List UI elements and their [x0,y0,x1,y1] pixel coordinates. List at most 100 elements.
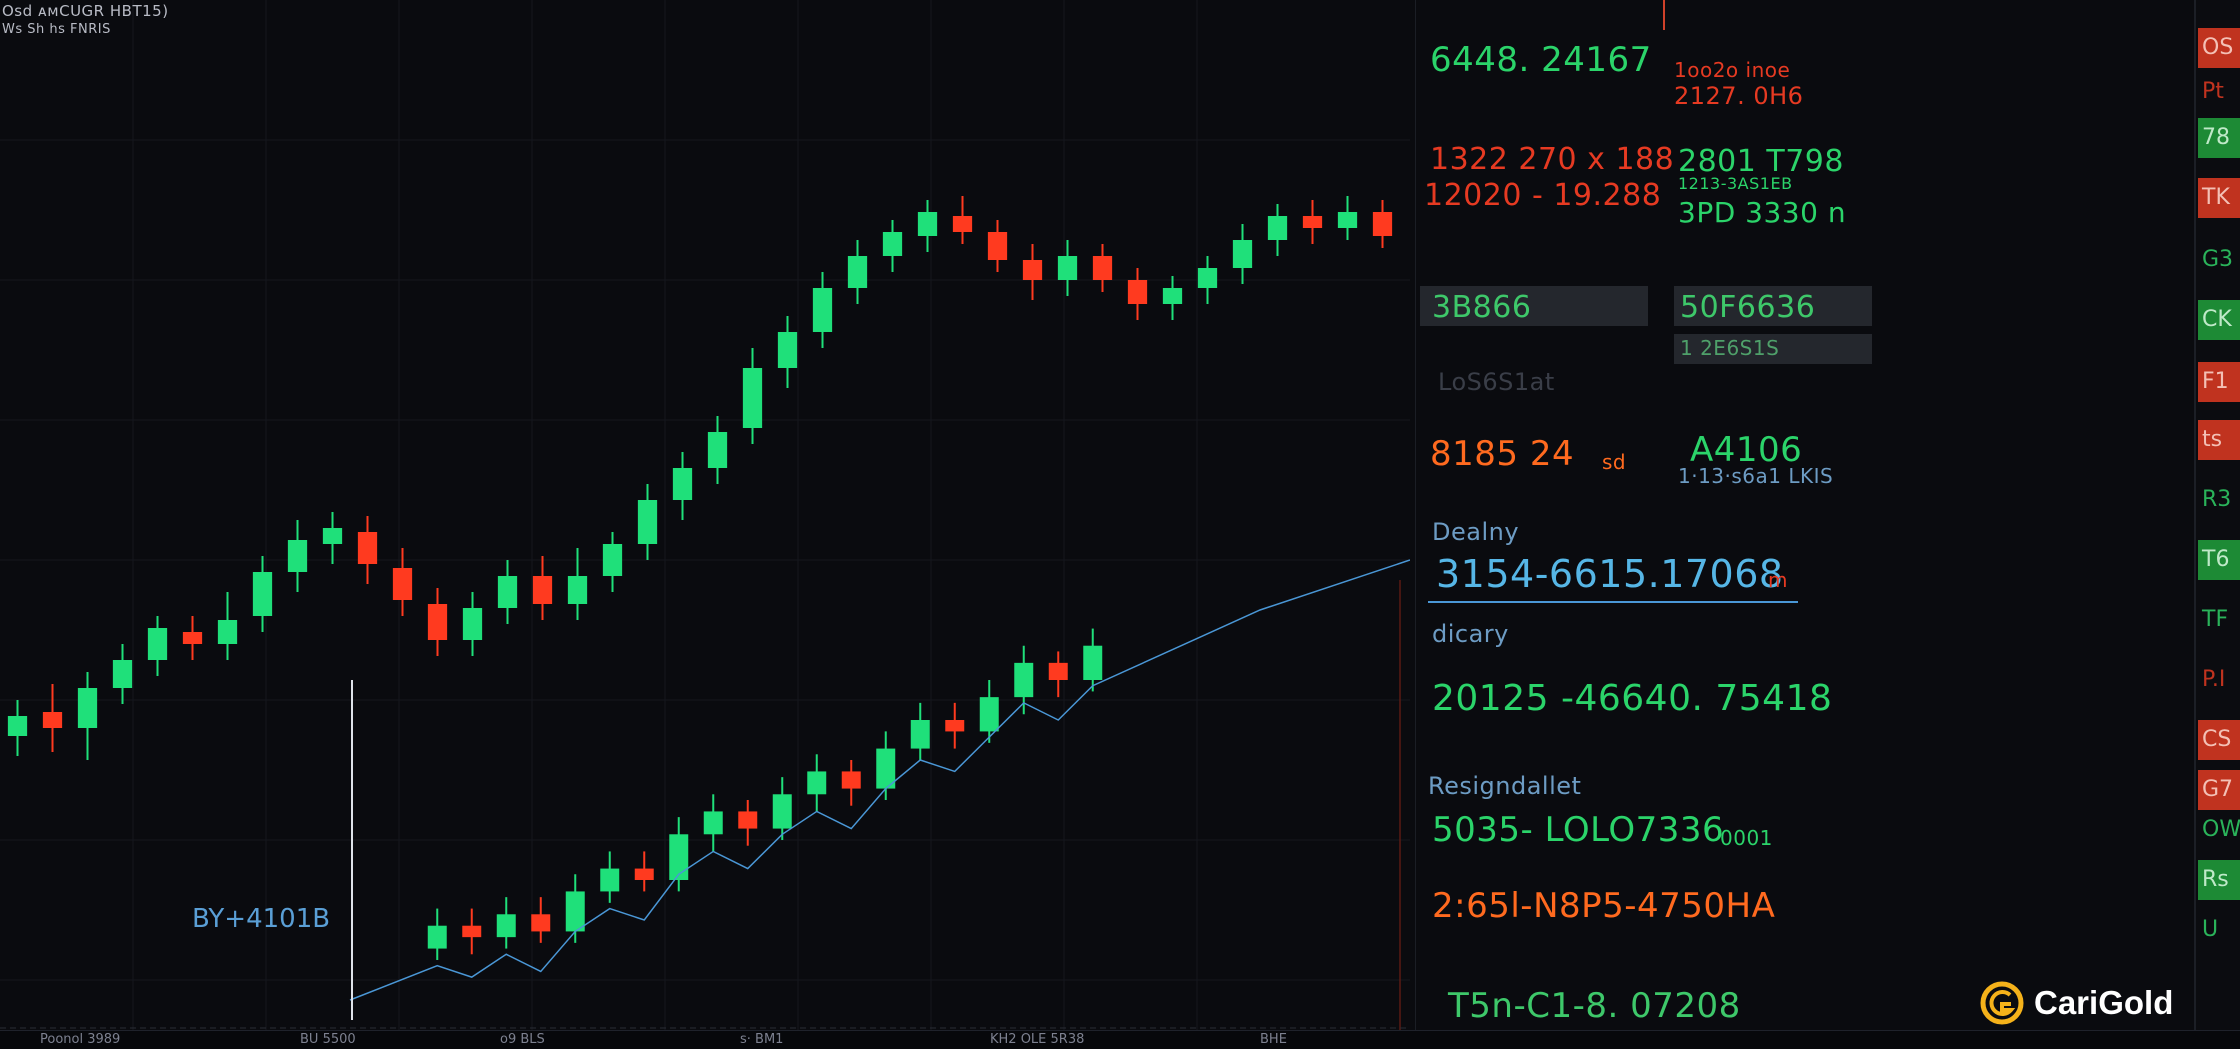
candle-body [777,332,798,368]
ticker-label: LoS6S1at [1438,368,1555,396]
candle-body [602,544,623,576]
candle-body [77,688,98,728]
price-scale-tag: OS [2198,28,2240,68]
candle-body [742,368,763,428]
candle-body [217,620,238,644]
candle-body [1197,268,1218,288]
candle-body [672,468,693,500]
candle-body [497,576,518,608]
candle-body [1372,212,1393,236]
candle-body [812,288,833,332]
ticker-quote: 5035- LOLO7336 [1432,810,1725,850]
time-axis-tick: Poonol 3989 [40,1032,121,1047]
candle-body [1022,260,1043,280]
ticker-quote: 2127. 0H6 [1674,82,1804,110]
candle-body [945,720,965,732]
candle-body [565,891,585,932]
candle-body [703,811,723,835]
candle-body [882,232,903,256]
ticker-quote: 1 2E6S1S [1680,336,1780,360]
candle-body [669,834,689,880]
ticker-quote: 12020 - 19.288 [1424,178,1662,213]
ticker-quote: 1oo2o inoe [1674,58,1791,82]
ticker-quote: 20125 -46640. 75418 [1432,678,1833,719]
ticker-quote: T5n-C1-8. 07208 [1448,986,1741,1026]
time-axis-tick: KH2 OLE 5R38 [990,1032,1085,1047]
ticker-quote: 1·13·s6a1 LKIS [1678,464,1834,488]
candle-body [807,771,827,795]
candle-body [567,576,588,604]
candle-body [952,216,973,232]
ticker-panel: 6448. 24167 1oo2o inoe 2127. 0H6 1322 27… [1418,0,2230,1030]
candle-body [987,232,1008,260]
candle-body [147,628,168,660]
ticker-section-label: Resigndallet [1428,772,1582,800]
price-scale-tag: R3 [2198,480,2240,520]
candle-body [1014,662,1034,698]
ticker-quote: 1322 270 x 188 [1430,142,1675,177]
carigold-logo-icon [1980,981,2024,1025]
price-scale-tag: ts [2198,420,2240,460]
ticker-quote: 3B866 [1432,290,1532,325]
candle-body [392,568,413,600]
candle-body [1267,216,1288,240]
candle-body [600,868,620,892]
candle-body [531,914,551,932]
ticker-quote: 6448. 24167 [1430,40,1652,80]
ticker-quote-suffix: sd [1602,450,1627,474]
ticker-main-quote: 3154-6615.17068 [1436,552,1784,596]
candle-body [1048,662,1068,680]
ticker-section-label: Dealny [1432,518,1520,546]
panel-divider [1415,0,1416,1030]
candle-body [1092,256,1113,280]
candle-body [1232,240,1253,268]
annotation-label: BY+4101B [192,904,331,934]
candle-body [532,576,553,604]
ticker-quote-suffix: m [1768,568,1788,592]
price-scale-tag: CS [2198,720,2240,760]
price-scale-tag: P.I [2198,660,2240,700]
brand-logo: CariGold [1980,978,2173,1028]
candle-body [7,716,28,736]
price-scale-tag: 78 [2198,118,2240,158]
price-chart[interactable]: Osd ᴀᴍCUGR HBT15) Ws Sh hs FNRIS BY+4101… [0,0,1410,1030]
candle-body [1057,256,1078,280]
candle-body [287,540,308,572]
candle-body [1083,645,1103,680]
candle-body [462,925,482,938]
candle-body [112,660,133,688]
price-scale-tag: TK [2198,178,2240,218]
time-axis-tick: BU 5500 [300,1032,356,1047]
price-scale-tag: OW [2198,810,2240,850]
price-scale-tag: U [2198,910,2240,950]
candle-body [427,925,447,949]
candle-body [1302,216,1323,228]
symbol-header: Osd ᴀᴍCUGR HBT15) [2,2,169,20]
candle-body [357,532,378,564]
time-axis-tick: o9 BLS [500,1032,545,1047]
ticker-quote: 3PD 3330 n [1678,196,1847,229]
price-scale-tag: TF [2198,600,2240,640]
brand-name: CariGold [2034,984,2174,1021]
candle-body [917,212,938,236]
price-scale-tag: T6 [2198,540,2240,580]
candle-body [772,794,792,829]
candle-body [42,712,63,728]
price-scale-tag: Pt [2198,72,2240,112]
candlestick-chart-svg[interactable] [0,0,1410,1030]
candle-body [910,720,930,749]
candle-body [979,697,999,732]
candle-body [252,572,273,616]
candle-body [847,256,868,288]
candle-body [637,500,658,544]
ticker-section-label: dicary [1432,620,1509,648]
right-price-scale[interactable]: OS Pt 78 TK G3 CK F1 ts R3 T6 TF P.I CS G7 OW Rs U [2194,0,2240,1030]
candle-body [427,604,448,640]
price-scale-tag: G7 [2198,770,2240,810]
price-scale-tag: F1 [2198,362,2240,402]
candle-body [1162,288,1183,304]
candle-body [322,528,343,544]
candle-body [634,868,654,880]
candle-body [462,608,483,640]
time-axis[interactable]: Poonol 3989 BU 5500 o9 BLS s· BM1 KH2 OLE 5R… [0,1030,2240,1049]
